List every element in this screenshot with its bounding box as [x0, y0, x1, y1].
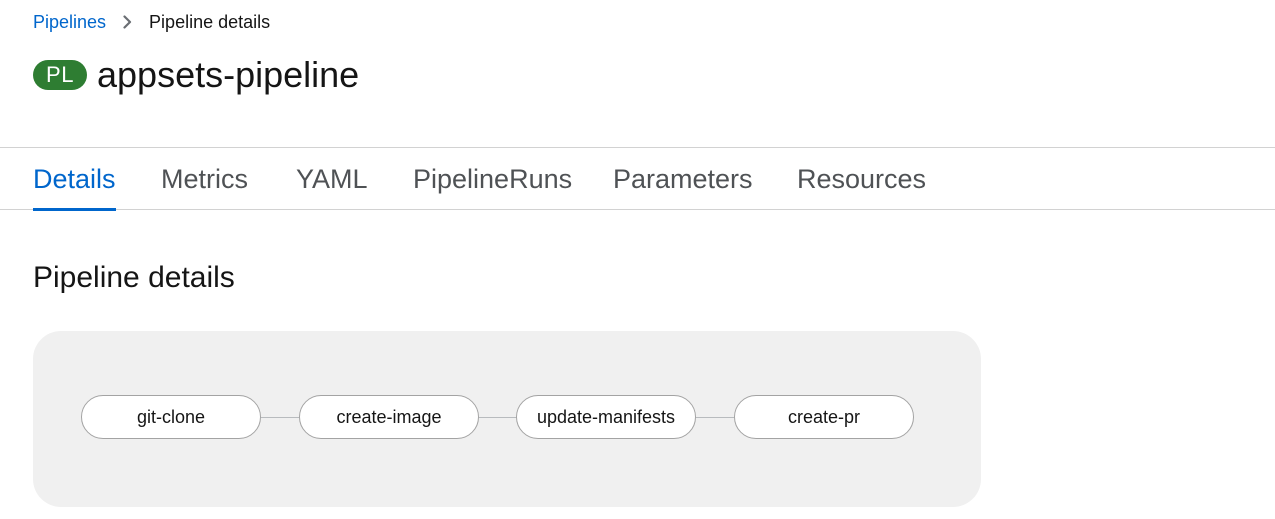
task-node-create-image[interactable]: create-image: [299, 395, 479, 439]
task-connector: [479, 417, 517, 418]
task-connector: [696, 417, 734, 418]
chevron-right-icon: [123, 15, 132, 29]
tab-parameters[interactable]: Parameters: [613, 148, 753, 210]
tab-yaml[interactable]: YAML: [296, 148, 368, 210]
page-title: appsets-pipeline: [97, 54, 360, 95]
tab-bar: Details Metrics YAML PipelineRuns Parame…: [0, 147, 1275, 211]
section-title: Pipeline details: [33, 261, 235, 294]
tab-pipelineruns[interactable]: PipelineRuns: [413, 148, 572, 210]
task-node-update-manifests[interactable]: update-manifests: [516, 395, 696, 439]
page-header: PL appsets-pipeline: [33, 55, 359, 95]
breadcrumb-current: Pipeline details: [149, 11, 271, 32]
tab-resources[interactable]: Resources: [797, 148, 926, 210]
task-connector: [261, 417, 299, 418]
breadcrumb: Pipelines Pipeline details: [33, 10, 270, 34]
tab-details[interactable]: Details: [33, 148, 116, 211]
resource-badge: PL: [33, 60, 87, 90]
tab-metrics[interactable]: Metrics: [161, 148, 248, 210]
breadcrumb-pipelines-link[interactable]: Pipelines: [33, 12, 106, 33]
pipeline-graph: git-clone create-image update-manifests …: [33, 331, 981, 507]
task-node-git-clone[interactable]: git-clone: [81, 395, 261, 439]
task-node-create-pr[interactable]: create-pr: [734, 395, 914, 439]
